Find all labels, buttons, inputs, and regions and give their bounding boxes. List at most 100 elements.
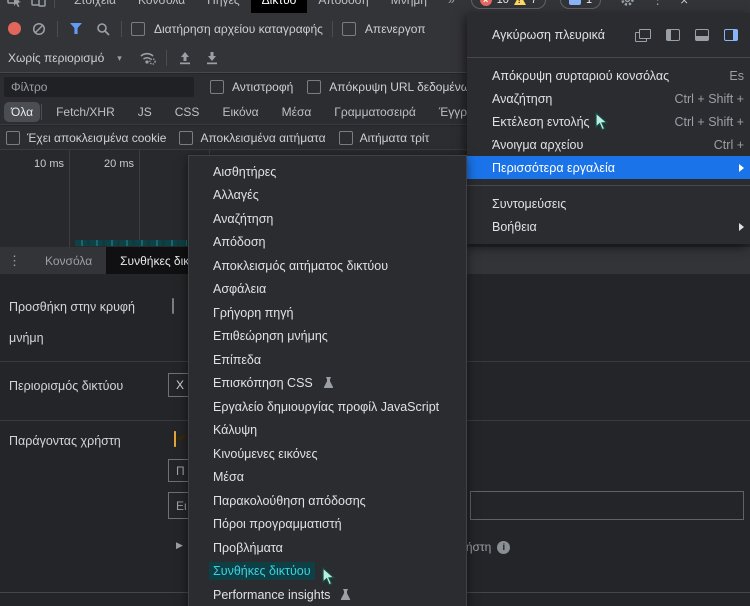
submenu-item[interactable]: Αποκλεισμός αιτήματος δικτύου	[189, 254, 466, 278]
filter-input[interactable]: Φίλτρο	[4, 77, 194, 97]
user-agent-custom-input[interactable]	[470, 491, 744, 520]
timeline-tick-label: 20 ms	[104, 158, 134, 170]
selection-artifact	[75, 240, 187, 246]
submenu-item[interactable]: Εργαλείο δημιουργίας προφίλ JavaScript	[189, 395, 466, 419]
inspect-element-icon[interactable]	[6, 0, 22, 8]
submenu-item[interactable]: Επισκόπηση CSS	[189, 372, 466, 396]
submenu-item-label: Εργαλείο δημιουργίας προφίλ JavaScript	[209, 398, 443, 416]
import-har-icon[interactable]	[176, 49, 194, 67]
type-filter-pill[interactable]: Fetch/XHR	[49, 102, 122, 122]
submenu-item[interactable]: Αισθητήρες	[189, 160, 466, 184]
close-devtools-icon[interactable]: ×	[680, 0, 688, 8]
panel-tab[interactable]: Απόδοση	[307, 0, 379, 13]
menu-item[interactable]: Βοήθεια	[467, 215, 750, 238]
panel-tab[interactable]: Μνήμη	[380, 0, 438, 13]
preserve-log-label: Διατήρηση αρχείου καταγραφής	[154, 22, 323, 36]
issues-count: 1	[586, 0, 592, 6]
cursor-icon	[595, 112, 609, 134]
export-har-icon[interactable]	[203, 49, 221, 67]
type-filter-pill[interactable]: Όλα	[4, 102, 40, 122]
third-party-checkbox[interactable]	[339, 131, 353, 145]
user-agent-auto-checkbox[interactable]	[174, 431, 176, 447]
submenu-item-label: Αισθητήρες	[209, 163, 280, 181]
throttling-select[interactable]: Χωρίς περιορισμό	[8, 51, 104, 65]
type-filter-pill[interactable]: Μέσα	[275, 102, 319, 122]
type-filter-pill[interactable]: Εικόνα	[215, 102, 265, 122]
submenu-item[interactable]: Παρακολούθηση απόδοσης	[189, 489, 466, 513]
hide-data-urls-checkbox[interactable]	[307, 80, 321, 94]
menu-item-label: Περισσότερα εργαλεία	[492, 161, 723, 175]
menu-item[interactable]: Περισσότερα εργαλεία	[467, 156, 750, 179]
panel-tab[interactable]: Κονσόλα	[127, 0, 196, 13]
submenu-item[interactable]: Απόδοση	[189, 231, 466, 255]
hide-data-urls-label: Απόκρυψη URL δεδομένω	[329, 80, 470, 94]
panel-tab[interactable]: Στοιχεία	[63, 0, 127, 13]
disable-cache-checkbox[interactable]	[342, 22, 356, 36]
submenu-item[interactable]: Επιθεώρηση μνήμης	[189, 325, 466, 349]
toolbar-divider	[57, 21, 58, 37]
warning-count: 7	[531, 0, 537, 6]
drawer-tab[interactable]: Κονσόλα	[31, 247, 106, 274]
main-tabbar: ΣτοιχείαΚονσόλαΠηγέςΔίκτυοΑπόδοσηΜνήμη »…	[0, 0, 750, 13]
disable-cache-drawer-checkbox[interactable]	[172, 298, 174, 314]
submenu-item-label: Ασφάλεια	[209, 280, 270, 298]
more-tabs-icon[interactable]: »	[446, 0, 457, 7]
issues-badge[interactable]: 1	[560, 0, 601, 9]
dock-right-icon[interactable]	[724, 29, 738, 41]
undock-icon[interactable]	[635, 29, 651, 42]
menu-item-shortcut: Ctrl + Shift +	[675, 92, 744, 106]
invert-checkbox[interactable]	[210, 80, 224, 94]
settings-gear-icon[interactable]	[619, 0, 635, 8]
panel-tab[interactable]: Δίκτυο	[251, 0, 308, 13]
errors-warnings-badge[interactable]: × 10 ! 7	[471, 0, 546, 9]
submenu-item[interactable]: Κάλυψη	[189, 419, 466, 443]
submenu-item[interactable]: Αναζήτηση	[189, 207, 466, 231]
disable-cache-label: Απενεργοπ	[365, 22, 426, 36]
panel-tab[interactable]: Πηγές	[196, 0, 250, 13]
dock-left-icon[interactable]	[666, 29, 680, 41]
menu-item[interactable]: Συντομεύσεις	[467, 192, 750, 215]
menu-item-shortcut: Ctrl +	[714, 138, 744, 152]
menu-item[interactable]: Άνοιγμα αρχείου Ctrl +	[467, 133, 750, 156]
preserve-log-checkbox[interactable]	[131, 22, 145, 36]
submenu-item-label: Συνθήκες δικτύου	[209, 562, 315, 580]
submenu-item[interactable]: Επίπεδα	[189, 348, 466, 372]
type-filter-pill[interactable]: JS	[131, 102, 159, 122]
toolbar-divider	[166, 50, 167, 66]
submenu-arrow-icon	[739, 164, 744, 172]
search-icon[interactable]	[94, 20, 112, 38]
submenu-item[interactable]: Αλλαγές	[189, 184, 466, 208]
submenu-item[interactable]: Γρήγορη πηγή	[189, 301, 466, 325]
menu-item-label: Άνοιγμα αρχείου	[492, 138, 704, 152]
submenu-item[interactable]: Πόροι προγραμματιστή	[189, 513, 466, 537]
submenu-item[interactable]: Προβλήματα	[189, 536, 466, 560]
submenu-item[interactable]: Μέσα	[189, 466, 466, 490]
submenu-item[interactable]: Κινούμενες εικόνες	[189, 442, 466, 466]
submenu-item-label: Κινούμενες εικόνες	[209, 445, 322, 463]
clear-icon[interactable]	[30, 20, 48, 38]
panel-tabs: ΣτοιχείαΚονσόλαΠηγέςΔίκτυοΑπόδοσηΜνήμη	[63, 0, 438, 13]
blocked-requests-checkbox[interactable]	[179, 131, 193, 145]
type-filter-pill[interactable]: CSS	[168, 102, 207, 122]
record-button[interactable]	[8, 22, 21, 35]
info-icon[interactable]: i	[497, 541, 510, 554]
type-filter-pill[interactable]: Γραμματοσειρά	[327, 102, 423, 122]
menu-item[interactable]: Απόκρυψη συρταριού κονσόλας Es	[467, 64, 750, 87]
menu-item-label: Βοήθεια	[492, 220, 723, 234]
submenu-item[interactable]: Ασφάλεια	[189, 278, 466, 302]
collapse-section-icon[interactable]: ▶	[176, 540, 183, 551]
third-party-label: Αιτήματα τρίτ	[360, 131, 430, 145]
timeline-tick-label: 10 ms	[34, 158, 64, 170]
menu-item-label: Απόκρυψη συρταριού κονσόλας	[492, 69, 719, 83]
dock-bottom-icon[interactable]	[695, 29, 709, 41]
blocked-cookies-checkbox[interactable]	[6, 131, 20, 145]
kebab-menu-icon[interactable]: ⋮	[651, 0, 664, 8]
network-throttling-label: Περιορισμός δικτύου	[9, 379, 123, 393]
submenu-arrow-icon	[739, 223, 744, 231]
device-toolbar-icon[interactable]	[30, 0, 46, 8]
menu-divider	[467, 185, 750, 186]
menu-item[interactable]: Αναζήτηση Ctrl + Shift +	[467, 87, 750, 110]
network-conditions-icon[interactable]	[139, 49, 157, 67]
drawer-kebab-icon[interactable]: ⋮	[0, 253, 31, 269]
filter-funnel-icon[interactable]	[67, 20, 85, 38]
